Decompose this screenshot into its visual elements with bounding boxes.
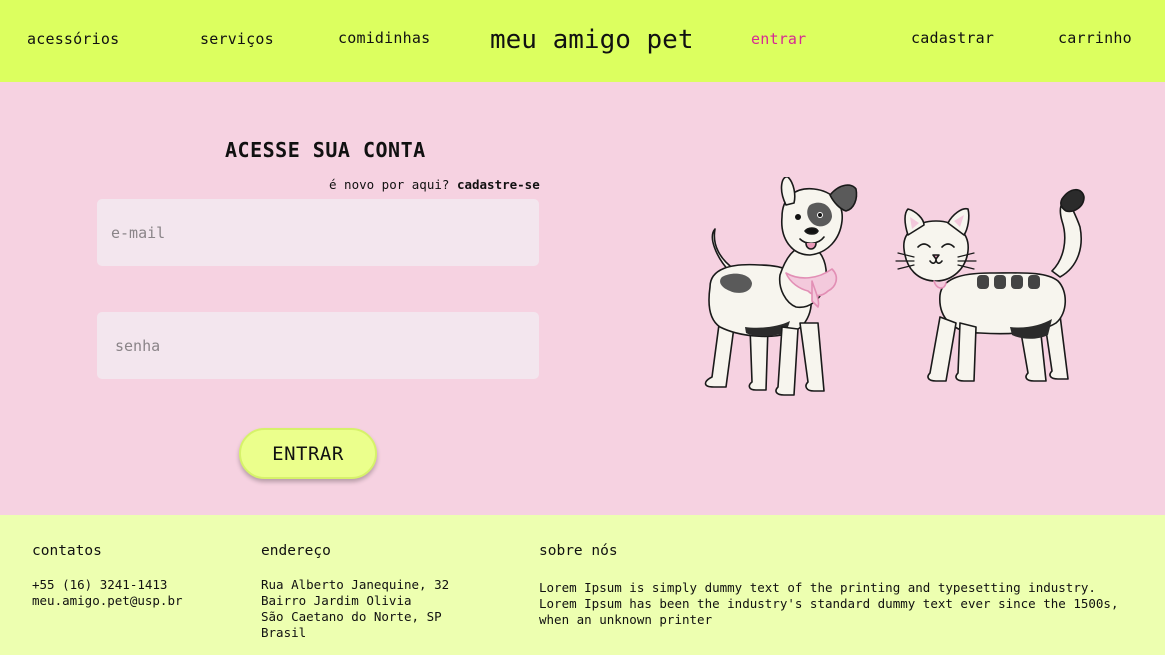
login-title: ACESSE SUA CONTA <box>225 138 426 162</box>
footer-phone: +55 (16) 3241-1413 <box>32 577 168 592</box>
dog-and-cat-illustration <box>704 177 1085 396</box>
login-submit-button[interactable]: ENTRAR <box>239 428 377 479</box>
login-section: ACESSE SUA CONTA é novo por aqui? cadast… <box>0 82 1165 515</box>
footer-address-line: Rua Alberto Janequine, 32 <box>261 577 450 592</box>
site-logo-title[interactable]: meu amigo pet <box>490 25 694 55</box>
footer-address-line: Bairro Jardim Olivia <box>261 593 412 608</box>
signup-prompt: é novo por aqui? cadastre-se <box>329 177 540 192</box>
nav-link-accessories[interactable]: acessórios <box>27 30 119 48</box>
signup-question: é novo por aqui? <box>329 177 450 192</box>
email-field[interactable] <box>97 199 539 266</box>
footer-about-text: Lorem Ipsum is simply dummy text of the … <box>539 580 1119 627</box>
footer-address-title: endereço <box>261 543 331 559</box>
password-field[interactable] <box>97 312 539 379</box>
footer-address-line: Brasil <box>261 625 307 640</box>
footer-contacts-title: contatos <box>32 543 102 559</box>
nav-link-cart[interactable]: carrinho <box>1058 29 1132 47</box>
nav-link-register[interactable]: cadastrar <box>911 29 994 47</box>
signup-link[interactable]: cadastre-se <box>457 177 540 192</box>
cat-illustration <box>895 188 1085 382</box>
nav-link-food[interactable]: comidinhas <box>338 29 430 47</box>
footer-about-title: sobre nós <box>539 543 618 559</box>
footer-address-line: São Caetano do Norte, SP <box>261 609 442 624</box>
top-navigation-bar: acessórios serviços comidinhas meu amigo… <box>0 0 1165 82</box>
nav-link-login[interactable]: entrar <box>751 30 806 48</box>
footer-email[interactable]: meu.amigo.pet@usp.br <box>32 593 183 609</box>
dog-illustration <box>704 177 858 396</box>
site-footer: contatos +55 (16) 3241-1413 meu.amigo.pe… <box>0 515 1165 655</box>
nav-link-services[interactable]: serviços <box>200 30 274 48</box>
